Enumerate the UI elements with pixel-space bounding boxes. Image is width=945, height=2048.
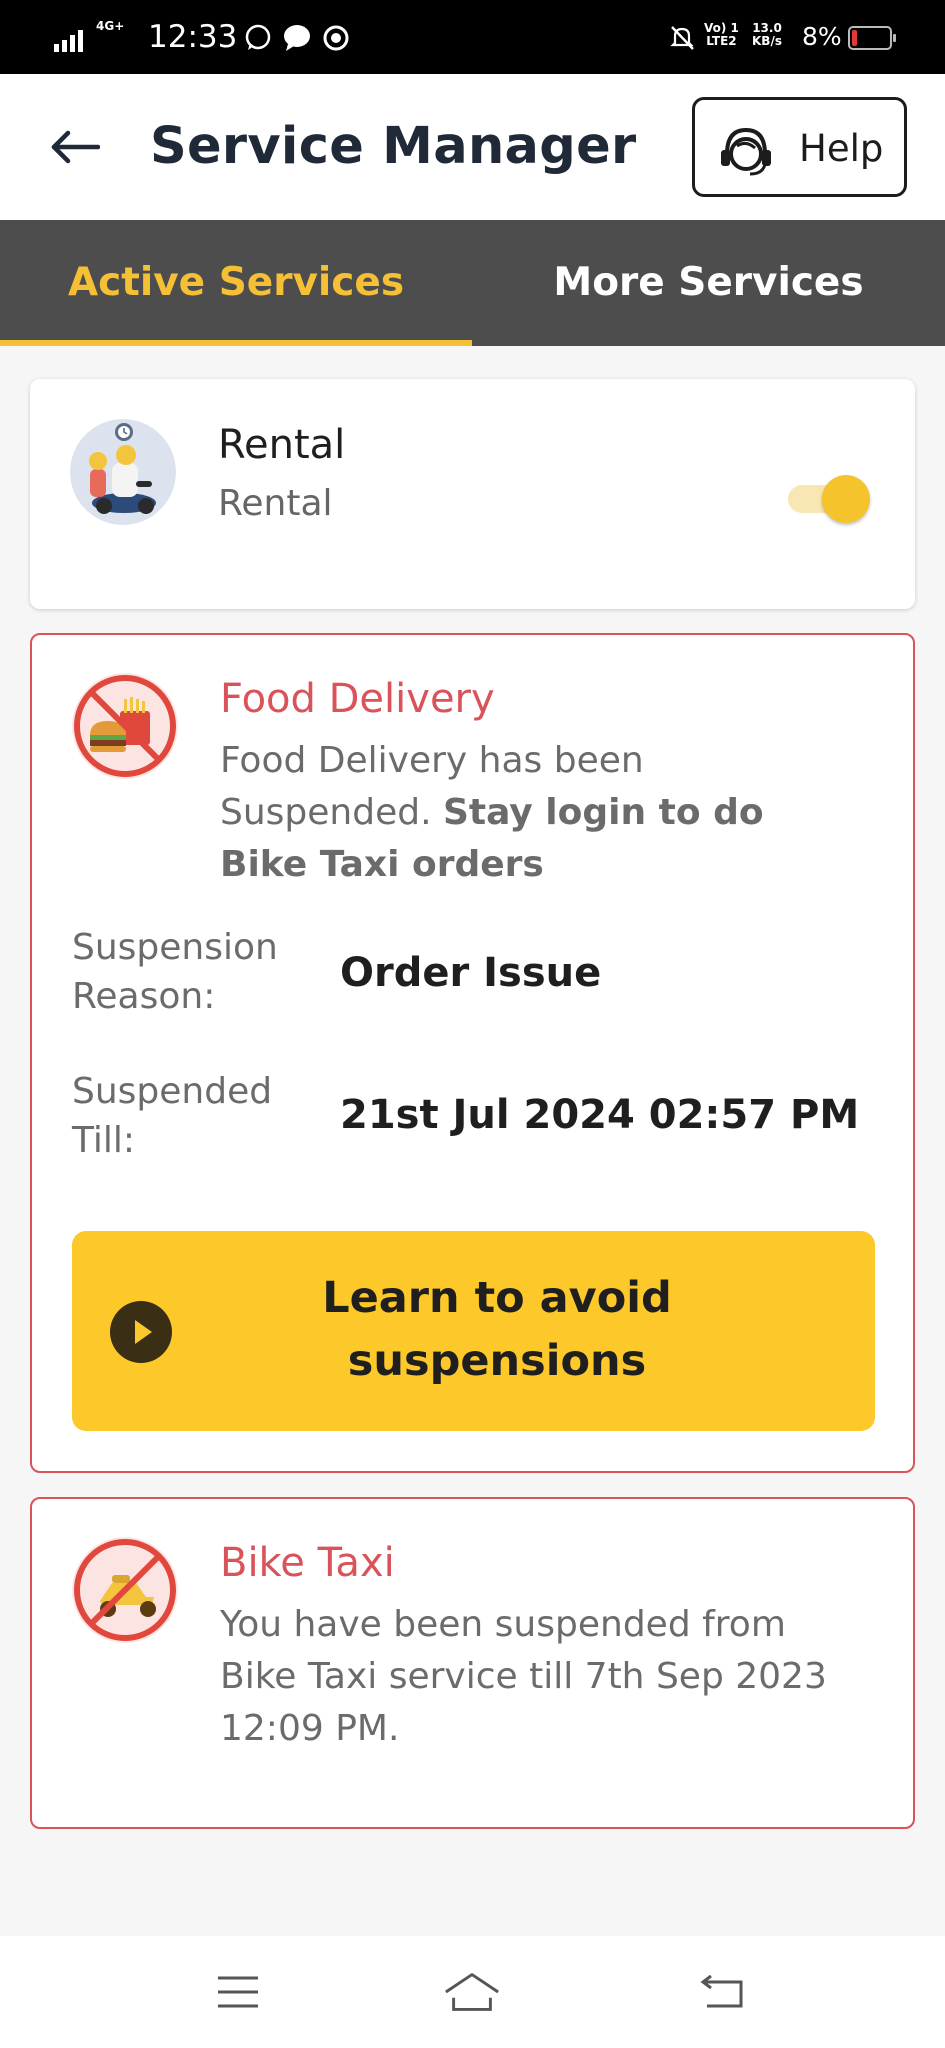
nav-back-button[interactable]	[692, 1964, 752, 2020]
learn-button-label: Learn to avoid suspensions	[322, 1273, 672, 1386]
active-tab-indicator	[0, 340, 472, 346]
suspension-reason-label: Suspension Reason:	[72, 927, 278, 1017]
app-header: Service Manager Help	[0, 74, 945, 220]
help-label: Help	[799, 127, 884, 170]
message-icon	[284, 25, 310, 51]
rental-toggle[interactable]	[782, 469, 872, 525]
network-type: 4G+	[96, 19, 125, 33]
record-icon	[323, 25, 349, 51]
tab-more-services[interactable]: More Services	[472, 220, 945, 346]
home-icon	[445, 1973, 499, 2011]
nav-home-button[interactable]	[442, 1964, 502, 2020]
tab-active-services[interactable]: Active Services	[0, 220, 472, 346]
rental-service-card: Rental Rental	[30, 379, 915, 609]
headset-icon	[721, 127, 771, 176]
status-bar: 4G+ 12:33 Vo) 1 LTE2 13.0 KB/s 8%	[0, 0, 945, 74]
food-delivery-card: Food Delivery Food Delivery has been Sus…	[30, 633, 915, 1473]
play-icon	[110, 1301, 172, 1363]
food-delivery-suspended-icon	[72, 673, 178, 779]
data-speed: 13.0 KB/s	[752, 21, 782, 48]
battery-percent: 8%	[802, 22, 842, 51]
back-icon	[700, 1974, 743, 2008]
nav-menu-button[interactable]	[208, 1964, 268, 2020]
service-tabs: Active Services More Services	[0, 220, 945, 346]
bike-taxi-title: Bike Taxi	[220, 1540, 395, 1586]
rental-title: Rental	[218, 422, 346, 468]
bike-taxi-suspended-icon	[72, 1537, 178, 1643]
rental-subtitle: Rental	[218, 483, 333, 524]
suspended-till-label: Suspended Till:	[72, 1071, 273, 1161]
suspended-till-value: 21st Jul 2024 02:57 PM	[340, 1092, 860, 1138]
clock: 12:33	[148, 19, 238, 55]
bike-taxi-description: You have been suspended from Bike Taxi s…	[220, 1604, 827, 1749]
menu-icon	[218, 1976, 258, 2008]
page-title: Service Manager	[150, 117, 637, 176]
learn-avoid-suspensions-button[interactable]: Learn to avoid suspensions	[72, 1231, 875, 1431]
rental-scooter-icon	[70, 419, 176, 525]
food-delivery-title: Food Delivery	[220, 676, 495, 722]
bike-taxi-card: Bike Taxi You have been suspended from B…	[30, 1497, 915, 1829]
signal-icon	[54, 30, 83, 52]
suspension-reason-value: Order Issue	[340, 950, 602, 996]
food-delivery-description: Food Delivery has been Suspended. Stay l…	[220, 740, 764, 885]
system-nav-bar	[0, 1936, 945, 2048]
battery-icon	[848, 26, 896, 50]
arrow-left-icon	[51, 130, 100, 164]
mute-icon	[670, 26, 694, 50]
help-button[interactable]: Help	[692, 97, 907, 197]
whatsapp-icon	[245, 24, 271, 50]
back-button[interactable]	[40, 116, 110, 178]
lte-indicator: Vo) 1 LTE2	[704, 21, 739, 48]
